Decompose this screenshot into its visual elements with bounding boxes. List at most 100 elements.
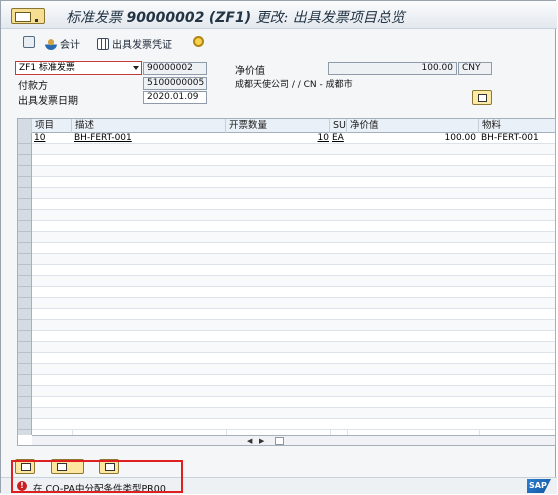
payer-field[interactable]: 5100000005 (143, 77, 207, 90)
billing-document-button[interactable]: 出具发票凭证 (97, 36, 172, 51)
table-row-empty[interactable] (32, 166, 555, 177)
services-button[interactable] (193, 36, 204, 47)
currency-field[interactable]: CNY (458, 62, 492, 75)
table-row-empty[interactable] (32, 265, 555, 276)
table-row-empty[interactable] (32, 254, 555, 265)
scroll-thumb[interactable] (275, 437, 284, 445)
system-menu-icon[interactable] (11, 8, 45, 24)
col-item[interactable]: 项目 (32, 119, 72, 133)
table-row-empty[interactable] (32, 419, 555, 430)
row-selector[interactable] (18, 276, 31, 287)
table-row-empty[interactable] (32, 320, 555, 331)
row-selector[interactable] (18, 364, 31, 375)
row-selector[interactable] (18, 133, 31, 144)
billing-type-dropdown[interactable]: ZF1 标准发票 (15, 61, 142, 75)
accounting-label: 会计 (60, 40, 80, 51)
table-row-empty[interactable] (32, 188, 555, 199)
title-prefix: 标准发票 (66, 10, 122, 26)
col-net-value[interactable]: 净价值 (347, 119, 479, 133)
row-selector[interactable] (18, 320, 31, 331)
cell-item[interactable]: 10 (34, 133, 72, 144)
scroll-left-icon[interactable]: ◀ (247, 437, 252, 445)
table-row-empty[interactable] (32, 155, 555, 166)
back-button[interactable] (23, 36, 35, 48)
row-selector[interactable] (18, 254, 31, 265)
row-selector[interactable] (18, 309, 31, 320)
row-selector[interactable] (18, 166, 31, 177)
table-row-empty[interactable] (32, 210, 555, 221)
display-change-icon (23, 36, 35, 48)
table-row-empty[interactable] (32, 353, 555, 364)
row-selector[interactable] (18, 210, 31, 221)
payer-label: 付款方 (18, 81, 48, 92)
net-value-label: 净价值 (235, 66, 265, 77)
accounting-button[interactable]: 会计 (45, 36, 80, 51)
table-row-empty[interactable] (32, 232, 555, 243)
table-row-empty[interactable] (32, 298, 555, 309)
table-row-empty[interactable] (32, 386, 555, 397)
row-selector[interactable] (18, 243, 31, 254)
row-selector[interactable] (18, 287, 31, 298)
cell-description[interactable]: BH-FERT-001 (74, 133, 224, 144)
table-row-empty[interactable] (32, 342, 555, 353)
col-su[interactable]: SU (330, 119, 347, 133)
items-table: 项目 描述 开票数量 SU 净价值 物料 10 BH-FERT-001 10 E… (17, 118, 556, 446)
table-row-empty[interactable] (32, 375, 555, 386)
table-body: 10 BH-FERT-001 10 EA 100.00 BH-FERT-001 (32, 133, 555, 435)
table-row-empty[interactable] (32, 309, 555, 320)
row-selector[interactable] (18, 199, 31, 210)
cell-net-value[interactable]: 100.00 (350, 133, 477, 144)
billing-number-field[interactable]: 90000002 (143, 62, 207, 75)
cell-su[interactable]: EA (332, 133, 347, 144)
row-selector[interactable] (18, 353, 31, 364)
title-number: 90000002 (126, 10, 205, 26)
table-row-empty[interactable] (32, 276, 555, 287)
row-selector[interactable] (18, 155, 31, 166)
row-selector[interactable] (18, 177, 31, 188)
details-button[interactable] (15, 459, 35, 474)
row-selector[interactable] (18, 331, 31, 342)
table-row-empty[interactable] (32, 408, 555, 419)
table-row-empty[interactable] (32, 177, 555, 188)
status-message[interactable]: 在 CO-PA中分配条件类型PR00 (33, 481, 166, 495)
row-selector[interactable] (18, 232, 31, 243)
services-icon (193, 36, 204, 47)
scroll-right-icon[interactable]: ▶ (259, 437, 264, 445)
table-row-empty[interactable] (32, 144, 555, 155)
table-row-empty[interactable] (32, 287, 555, 298)
col-description[interactable]: 描述 (72, 119, 226, 133)
col-material[interactable]: 物料 (479, 119, 555, 133)
table-row[interactable]: 10 BH-FERT-001 10 EA 100.00 BH-FERT-001 (32, 133, 555, 144)
billing-date-label: 出具发票日期 (18, 96, 78, 107)
table-row-empty[interactable] (32, 199, 555, 210)
billing-date-field[interactable]: 2020.01.09 (143, 91, 207, 104)
row-selector[interactable] (18, 342, 31, 353)
net-value-field[interactable]: 100.00 (328, 62, 457, 75)
cell-material[interactable]: BH-FERT-001 (481, 133, 555, 144)
page-title: 标准发票 90000002 (ZF1) 更改: 出具发票项目总览 (66, 7, 405, 27)
row-selector[interactable] (18, 386, 31, 397)
header-details-button[interactable] (472, 90, 492, 105)
row-selector[interactable] (18, 397, 31, 408)
item-services-button[interactable] (99, 459, 119, 474)
table-row-empty[interactable] (32, 364, 555, 375)
table-row-empty[interactable] (32, 243, 555, 254)
select-all-cell[interactable] (18, 119, 32, 133)
row-selector[interactable] (18, 408, 31, 419)
select-all-button[interactable] (51, 459, 84, 474)
row-selector[interactable] (18, 419, 31, 430)
row-selector[interactable] (18, 265, 31, 276)
table-row-empty[interactable] (32, 221, 555, 232)
row-selector[interactable] (18, 188, 31, 199)
horizontal-scrollbar[interactable]: ◀ ▶ (32, 435, 555, 445)
table-row-empty[interactable] (32, 397, 555, 408)
col-quantity[interactable]: 开票数量 (226, 119, 330, 133)
row-selector[interactable] (18, 221, 31, 232)
table-header: 项目 描述 开票数量 SU 净价值 物料 (18, 119, 555, 133)
row-selector[interactable] (18, 375, 31, 386)
row-selector[interactable] (18, 298, 31, 309)
table-row-empty[interactable] (32, 331, 555, 342)
cell-quantity[interactable]: 10 (228, 133, 329, 144)
payer-address: 成都天使公司 / / CN - 成都市 (235, 80, 353, 90)
row-selector[interactable] (18, 144, 31, 155)
